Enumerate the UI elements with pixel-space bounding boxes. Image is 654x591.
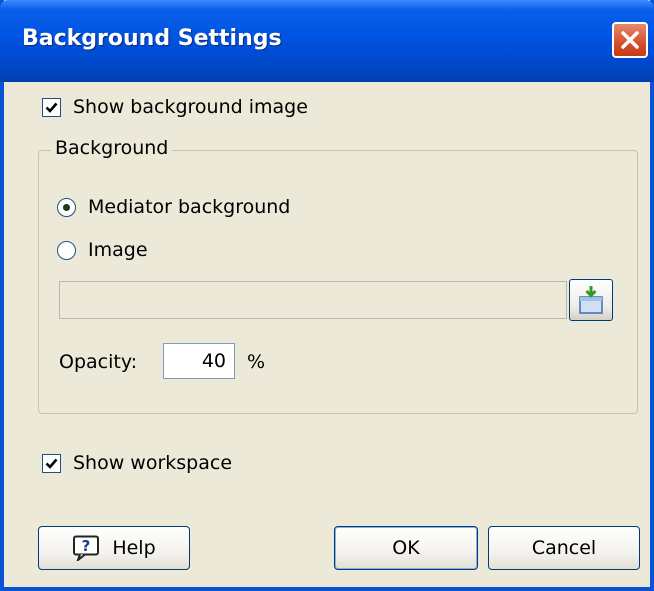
radio-button[interactable] xyxy=(57,240,76,260)
opacity-input[interactable] xyxy=(163,343,235,379)
svg-text:?: ? xyxy=(82,537,91,555)
opacity-label: Opacity: xyxy=(59,351,138,373)
checkbox-box[interactable] xyxy=(42,97,61,117)
checkbox-box[interactable] xyxy=(42,453,61,473)
checkmark-icon xyxy=(45,458,58,469)
radio-image[interactable]: Image xyxy=(57,239,148,261)
radio-button[interactable] xyxy=(57,197,76,217)
image-label: Image xyxy=(88,239,148,261)
show-workspace-label: Show workspace xyxy=(73,452,233,474)
ok-label: OK xyxy=(392,537,420,559)
window-title: Background Settings xyxy=(22,26,282,51)
show-background-image-label: Show background image xyxy=(73,96,308,118)
browse-image-button[interactable] xyxy=(569,279,613,321)
mediator-background-label: Mediator background xyxy=(88,196,291,218)
help-button[interactable]: ? Help xyxy=(38,526,190,570)
ok-button[interactable]: OK xyxy=(334,526,478,570)
help-icon: ? xyxy=(73,535,100,561)
background-settings-dialog: Background Settings Show background imag… xyxy=(0,0,654,591)
background-groupbox: Background Mediator background Image Opa… xyxy=(38,137,638,414)
title-bar[interactable]: Background Settings xyxy=(0,0,654,82)
radio-selected-dot xyxy=(63,203,70,211)
background-group-label: Background xyxy=(51,137,173,159)
dialog-body: Show background image Background Mediato… xyxy=(4,82,650,587)
close-button[interactable] xyxy=(612,22,648,58)
show-workspace-checkbox[interactable]: Show workspace xyxy=(42,452,232,474)
radio-mediator-background[interactable]: Mediator background xyxy=(57,196,290,218)
help-label: Help xyxy=(112,537,156,559)
image-path-field[interactable] xyxy=(59,281,567,319)
cancel-label: Cancel xyxy=(531,537,597,559)
cancel-button[interactable]: Cancel xyxy=(488,526,640,570)
opacity-unit: % xyxy=(247,351,266,373)
close-icon xyxy=(621,31,639,49)
checkmark-icon xyxy=(45,102,58,113)
show-background-image-checkbox[interactable]: Show background image xyxy=(42,96,308,118)
open-file-icon xyxy=(579,286,603,314)
